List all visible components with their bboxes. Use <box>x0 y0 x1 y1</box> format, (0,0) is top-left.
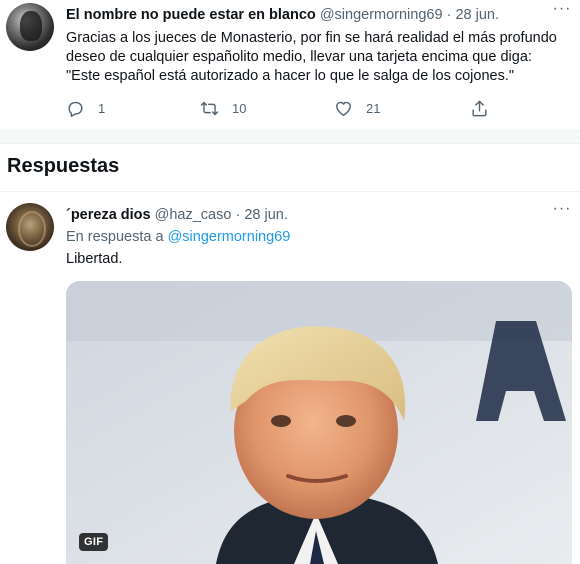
tweet-date[interactable]: 28 jun. <box>244 207 288 223</box>
tweet: El nombre no puede estar en blanco @sing… <box>0 0 580 130</box>
author-handle[interactable]: @haz_caso <box>155 207 232 223</box>
separator-dot: · <box>446 7 452 23</box>
section-title: Respuestas <box>7 155 120 177</box>
retweet-button[interactable]: 10 <box>200 97 246 119</box>
gif-image <box>66 281 572 564</box>
retweet-icon <box>200 101 219 115</box>
author-name[interactable]: ´pereza dios <box>66 207 151 223</box>
tweet-text-line: "Este español está autorizado a hacer lo… <box>66 68 514 84</box>
reply-header: ´pereza dios @haz_caso · 28 jun. <box>66 207 288 223</box>
gif-media[interactable] <box>66 281 572 564</box>
in-reply-to: En respuesta a @singermorning69 <box>66 229 290 245</box>
gif-badge: GIF <box>79 533 109 551</box>
avatar[interactable] <box>6 3 54 51</box>
in-reply-to-handle-link[interactable]: @singermorning69 <box>168 229 291 245</box>
reply-text: Libertad. <box>66 251 123 267</box>
like-button[interactable]: 21 <box>334 97 380 119</box>
avatar[interactable] <box>6 203 54 251</box>
more-dots-icon[interactable]: ··· <box>552 201 572 224</box>
tweet-text-line: deseo de cualquier españolito medio, lle… <box>66 49 532 65</box>
divider <box>0 191 580 192</box>
tweet-text-line: Gracias a los jueces de Monasterio, por … <box>66 30 557 46</box>
tweet-date[interactable]: 28 jun. <box>455 7 499 23</box>
retweet-count: 10 <box>232 100 247 116</box>
tweet-text: Gracias a los jueces de Monasterio, por … <box>66 29 571 86</box>
reply-button[interactable]: 1 <box>66 97 105 119</box>
reply-icon <box>68 101 83 117</box>
author-name[interactable]: El nombre no puede estar en blanco <box>66 7 316 23</box>
more-dots-icon[interactable]: ··· <box>552 1 572 24</box>
heart-icon <box>336 101 351 116</box>
in-reply-to-prefix: En respuesta a <box>66 229 164 245</box>
tweet-header: El nombre no puede estar en blanco @sing… <box>66 7 499 23</box>
share-icon <box>472 100 487 116</box>
tweet-actions: 1 10 21 <box>66 97 536 119</box>
separator-dot: · <box>235 207 241 223</box>
author-handle[interactable]: @singermorning69 <box>320 7 443 23</box>
like-count: 21 <box>366 100 381 116</box>
reply-count: 1 <box>98 100 106 116</box>
section-gap <box>0 130 580 144</box>
share-button[interactable] <box>470 97 489 119</box>
